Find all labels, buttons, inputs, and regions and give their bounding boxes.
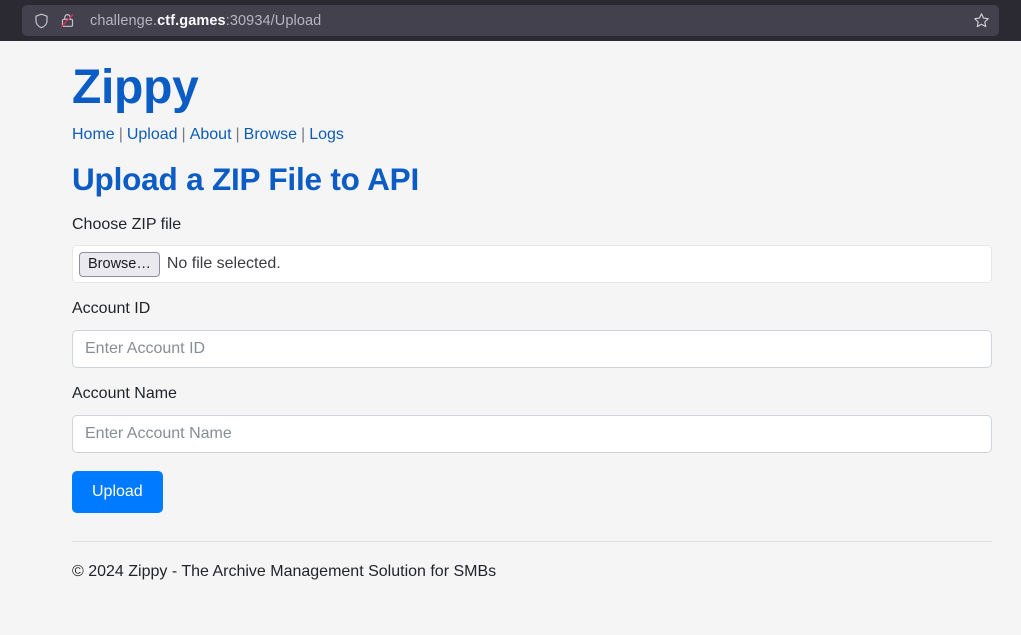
nav-link-home[interactable]: Home bbox=[72, 126, 115, 143]
url-text[interactable]: challenge.ctf.games:30934/Upload bbox=[90, 13, 963, 29]
footer-divider bbox=[72, 540, 992, 542]
footer-copyright: © 2024 Zippy - The Archive Management So… bbox=[72, 562, 497, 580]
file-field-label: Choose ZIP file bbox=[72, 215, 182, 233]
browser-chrome: challenge.ctf.games:30934/Upload bbox=[0, 0, 1021, 41]
url-domain: ctf.games bbox=[157, 12, 226, 29]
file-input[interactable]: Browse… No file selected. bbox=[72, 245, 992, 284]
nav-link-browse[interactable]: Browse bbox=[244, 126, 297, 143]
account-name-label: Account Name bbox=[72, 385, 177, 403]
account-name-input[interactable] bbox=[72, 414, 992, 453]
account-id-label: Account ID bbox=[72, 300, 151, 318]
url-suffix: :30934/Upload bbox=[225, 12, 322, 29]
nav-separator: | bbox=[235, 125, 240, 143]
account-id-input[interactable] bbox=[72, 330, 992, 369]
nav-separator: | bbox=[181, 125, 186, 143]
lock-crossed-icon[interactable] bbox=[57, 11, 77, 31]
nav-separator: | bbox=[118, 125, 123, 143]
main-navigation: Home | Upload | About | Browse | Logs bbox=[72, 125, 992, 143]
page-body: Zippy Home | Upload | About | Browse | Logs Uplo… bbox=[0, 41, 1021, 635]
shield-icon[interactable] bbox=[31, 11, 51, 31]
content-container: Zippy Home | Upload | About | Browse | Logs Uplo… bbox=[72, 41, 992, 583]
browse-button[interactable]: Browse… bbox=[79, 251, 160, 278]
upload-submit-button[interactable]: Upload bbox=[72, 470, 163, 513]
nav-link-logs[interactable]: Logs bbox=[309, 126, 344, 143]
file-status-text: No file selected. bbox=[166, 255, 281, 273]
star-icon[interactable] bbox=[971, 11, 991, 31]
page-title: Zippy bbox=[72, 61, 199, 114]
address-bar[interactable]: challenge.ctf.games:30934/Upload bbox=[22, 5, 999, 36]
section-heading: Upload a ZIP File to API bbox=[72, 160, 419, 197]
nav-separator: | bbox=[301, 125, 306, 143]
nav-link-upload[interactable]: Upload bbox=[127, 126, 178, 143]
nav-link-about[interactable]: About bbox=[190, 126, 232, 143]
url-prefix: challenge. bbox=[90, 12, 158, 29]
